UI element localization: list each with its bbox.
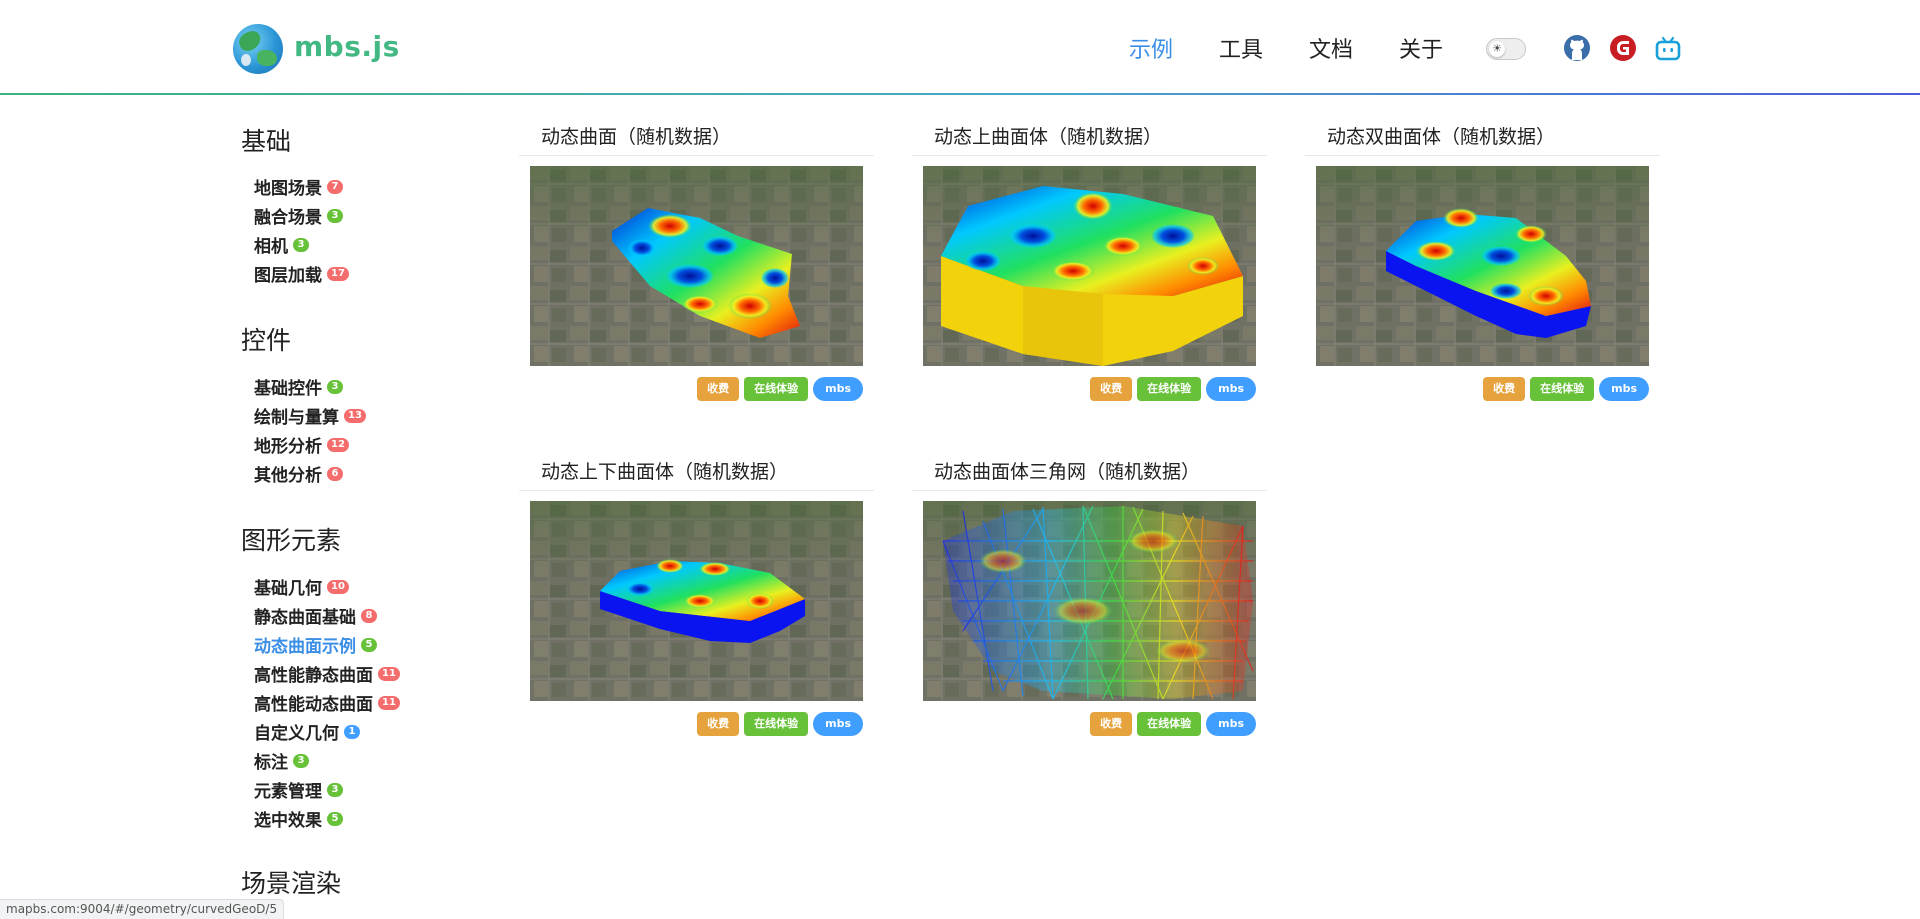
sidebar-item-fusion-scene[interactable]: 融合场景 3 — [254, 203, 343, 228]
sidebar-heading-rendering: 场景渲染 — [241, 869, 342, 898]
sidebar-item-camera[interactable]: 相机 3 — [254, 232, 309, 257]
sidebar-item-other-analysis[interactable]: 其他分析 6 — [254, 461, 343, 486]
header-gradient-divider — [0, 93, 1920, 95]
sidebar-heading-controls: 控件 — [241, 326, 292, 355]
example-card[interactable]: 动态上曲面体（随机数据） 收费 在线体验 mbs — [912, 122, 1267, 422]
bilibili-icon[interactable] — [1654, 34, 1682, 62]
count-badge: 11 — [378, 666, 400, 681]
card-divider — [519, 490, 874, 491]
card-title[interactable]: 动态上曲面体（随机数据） — [934, 122, 1162, 149]
sidebar-item-element-manage[interactable]: 元素管理 3 — [254, 777, 343, 802]
count-badge: 11 — [378, 695, 400, 710]
mbs-tag[interactable]: mbs — [813, 377, 863, 401]
mbs-tag[interactable]: mbs — [1206, 377, 1256, 401]
sidebar-item-select-effect[interactable]: 选中效果 5 — [254, 806, 343, 831]
online-demo-tag[interactable]: 在线体验 — [1530, 377, 1595, 401]
count-badge: 3 — [327, 208, 343, 223]
example-card[interactable]: 动态双曲面体（随机数据） 收费 在线体验 mbs — [1305, 122, 1660, 422]
count-badge: 5 — [361, 637, 377, 652]
sidebar-item-basic-geometry[interactable]: 基础几何 10 — [254, 574, 349, 599]
card-title[interactable]: 动态双曲面体（随机数据） — [1327, 122, 1555, 149]
globe-logo-icon[interactable] — [233, 24, 283, 74]
paid-tag[interactable]: 收费 — [1090, 377, 1133, 401]
brand-name[interactable]: mbs.js — [294, 30, 400, 63]
sidebar-item-draw-measure[interactable]: 绘制与量算 13 — [254, 403, 366, 428]
sidebar-item-terrain-analysis[interactable]: 地形分析 12 — [254, 432, 349, 457]
example-card[interactable]: 动态曲面体三角网（随机数据） 收费 在线体验 mbs — [912, 457, 1267, 757]
sidebar-item-basic-controls[interactable]: 基础控件 3 — [254, 374, 343, 399]
card-thumbnail[interactable] — [1316, 166, 1649, 366]
paid-tag[interactable]: 收费 — [697, 712, 740, 736]
count-badge: 12 — [327, 437, 349, 452]
github-icon[interactable] — [1563, 34, 1591, 62]
count-badge: 3 — [293, 753, 309, 768]
card-thumbnail[interactable] — [530, 166, 863, 366]
mbs-tag[interactable]: mbs — [1206, 712, 1256, 736]
top-header: mbs.js 示例 工具 文档 关于 ☀ — [0, 0, 1920, 96]
card-divider — [912, 155, 1267, 156]
paid-tag[interactable]: 收费 — [697, 377, 740, 401]
sidebar-item-custom-geometry[interactable]: 自定义几何 1 — [254, 719, 360, 744]
status-bar-url: mapbs.com:9004/#/geometry/curvedGeoD/5 — [0, 899, 285, 919]
online-demo-tag[interactable]: 在线体验 — [1137, 377, 1202, 401]
mbs-tag[interactable]: mbs — [1599, 377, 1649, 401]
mbs-tag[interactable]: mbs — [813, 712, 863, 736]
card-thumbnail[interactable] — [530, 501, 863, 701]
card-title[interactable]: 动态曲面（随机数据） — [541, 122, 731, 149]
card-thumbnail[interactable] — [923, 501, 1256, 701]
sidebar-item-hp-static-surface[interactable]: 高性能静态曲面 11 — [254, 661, 400, 686]
gitee-icon[interactable] — [1609, 34, 1637, 62]
card-divider — [1305, 155, 1660, 156]
paid-tag[interactable]: 收费 — [1090, 712, 1133, 736]
card-divider — [519, 155, 874, 156]
count-badge: 3 — [327, 782, 343, 797]
online-demo-tag[interactable]: 在线体验 — [1137, 712, 1202, 736]
example-card[interactable]: 动态上下曲面体（随机数据） 收费 在线体验 mbs — [519, 457, 874, 757]
card-thumbnail[interactable] — [923, 166, 1256, 366]
sidebar-item-hp-dynamic-surface[interactable]: 高性能动态曲面 11 — [254, 690, 400, 715]
sidebar-heading-graphics: 图形元素 — [241, 526, 342, 555]
nav-docs[interactable]: 文档 — [1309, 32, 1353, 64]
count-badge: 3 — [293, 237, 309, 252]
sidebar-item-layer-loading[interactable]: 图层加载 17 — [254, 261, 349, 286]
sun-icon: ☀ — [1489, 41, 1505, 57]
nav-about[interactable]: 关于 — [1399, 32, 1443, 64]
example-card[interactable]: 动态曲面（随机数据） 收费 在线体验 mbs — [519, 122, 874, 422]
count-badge: 10 — [327, 579, 349, 594]
count-badge: 5 — [327, 811, 343, 826]
nav-examples[interactable]: 示例 — [1129, 32, 1173, 64]
card-title[interactable]: 动态上下曲面体（随机数据） — [541, 457, 788, 484]
sidebar-item-static-surface[interactable]: 静态曲面基础 8 — [254, 603, 377, 628]
sidebar-item-dynamic-surface[interactable]: 动态曲面示例 5 — [254, 632, 377, 657]
sidebar-item-label[interactable]: 标注 3 — [254, 748, 309, 773]
online-demo-tag[interactable]: 在线体验 — [744, 712, 809, 736]
count-badge: 13 — [344, 408, 366, 423]
sidebar-item-map-scene[interactable]: 地图场景 7 — [254, 174, 343, 199]
count-badge: 7 — [327, 179, 343, 194]
online-demo-tag[interactable]: 在线体验 — [744, 377, 809, 401]
nav-tools[interactable]: 工具 — [1219, 32, 1263, 64]
count-badge: 8 — [361, 608, 377, 623]
count-badge: 3 — [327, 379, 343, 394]
count-badge: 1 — [344, 724, 360, 739]
paid-tag[interactable]: 收费 — [1483, 377, 1526, 401]
count-badge: 17 — [327, 266, 349, 281]
card-title[interactable]: 动态曲面体三角网（随机数据） — [934, 457, 1200, 484]
theme-toggle[interactable]: ☀ — [1486, 38, 1526, 60]
sidebar-heading-basic: 基础 — [241, 127, 292, 156]
count-badge: 6 — [327, 466, 343, 481]
card-divider — [912, 490, 1267, 491]
